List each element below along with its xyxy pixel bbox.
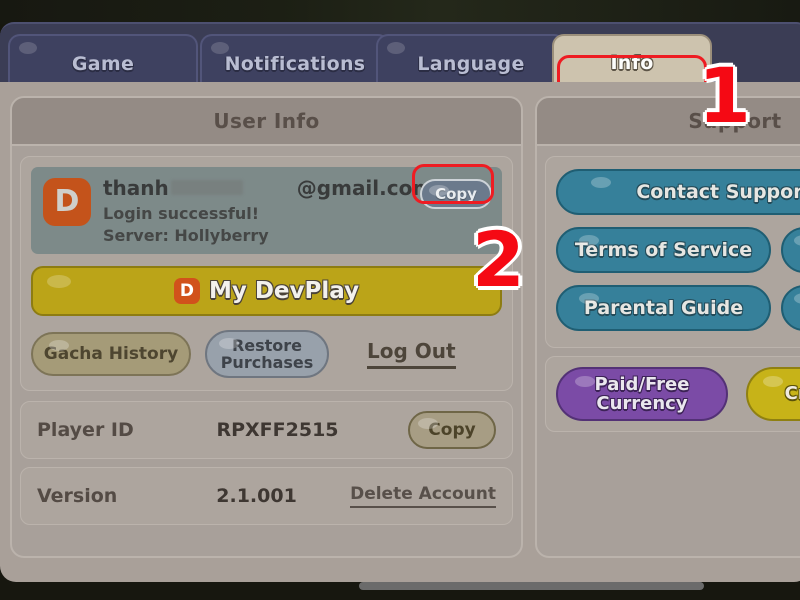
contact-support-button[interactable]: Contact Support (556, 169, 800, 215)
terms-of-service-label: Terms of Service (574, 238, 753, 261)
button-gloss-highlight (793, 234, 800, 246)
gacha-history-button[interactable]: Gacha History (31, 332, 191, 376)
game-background-strip (0, 0, 800, 24)
home-indicator-bar (359, 582, 704, 590)
terms-of-service-button[interactable]: Terms of Service (556, 227, 771, 273)
tab-gloss-highlight (211, 42, 229, 54)
button-gloss-highlight (762, 376, 783, 387)
account-actions-row: Gacha History Restore Purchases Log Out (31, 330, 502, 378)
paid-free-currency-button[interactable]: Paid/Free Currency (556, 367, 728, 421)
support-extra-button[interactable] (781, 285, 800, 331)
button-gloss-highlight (579, 234, 600, 246)
player-id-row: Player ID RPXFF2515 Copy (20, 401, 513, 459)
button-gloss-highlight (48, 339, 69, 351)
support-card: Support Contact Support Terms of Service (535, 96, 800, 558)
tab-game-label: Game (71, 53, 135, 75)
tab-language-label: Language (417, 53, 525, 75)
user-info-card: User Info D thanh @gmail.com Login succe… (10, 96, 523, 558)
version-row: Version 2.1.001 Delete Account (20, 467, 513, 525)
account-row: D thanh @gmail.com Login successful! Ser… (31, 167, 502, 254)
restore-purchases-line1: Restore (231, 335, 303, 355)
avatar-letter: D (54, 184, 80, 219)
button-gloss-highlight (418, 417, 439, 429)
account-username: thanh (103, 176, 169, 200)
player-id-label: Player ID (37, 419, 134, 441)
delete-account-link[interactable]: Delete Account (350, 484, 496, 508)
tab-gloss-highlight (19, 42, 37, 54)
copy-player-id-button[interactable]: Copy (408, 411, 496, 449)
privacy-button[interactable] (781, 227, 800, 273)
tab-notifications-label: Notifications (224, 53, 366, 75)
button-gloss-highlight (47, 275, 71, 288)
version-label: Version (37, 485, 118, 507)
settings-tab-bar: Game Notifications Language Info (0, 22, 800, 107)
account-email-domain: @gmail.com (296, 176, 434, 200)
tab-gloss-highlight (387, 42, 405, 54)
parental-guide-button[interactable]: Parental Guide (556, 285, 771, 331)
email-redaction-mask (170, 180, 243, 195)
restore-purchases-line2: Purchases (220, 353, 314, 372)
user-info-title: User Info (213, 109, 320, 133)
button-gloss-highlight (428, 184, 449, 196)
contact-support-label: Contact Support (636, 180, 800, 203)
devplay-avatar-icon: D (43, 178, 91, 226)
my-devplay-button[interactable]: D My DevPlay (31, 266, 502, 316)
credits-label: Credits (784, 383, 800, 405)
settings-body-panel: User Info D thanh @gmail.com Login succe… (0, 82, 800, 582)
player-id-value: RPXFF2515 (216, 419, 339, 441)
credits-button[interactable]: Credits (746, 367, 800, 421)
restore-purchases-button[interactable]: Restore Purchases (205, 330, 329, 378)
server-name-text: Server: Hollyberry (103, 226, 269, 245)
version-value: 2.1.001 (216, 485, 297, 507)
account-section: D thanh @gmail.com Login successful! Ser… (20, 156, 513, 391)
support-title-bar: Support (537, 98, 800, 146)
button-gloss-highlight (591, 176, 612, 188)
my-devplay-label: My DevPlay (208, 278, 360, 304)
support-title: Support (688, 109, 782, 133)
devplay-logo-icon: D (173, 278, 200, 304)
copy-email-button[interactable]: Copy (420, 179, 492, 209)
parental-guide-label: Parental Guide (583, 296, 744, 319)
paid-free-line2: Currency (596, 393, 688, 414)
devplay-icon-letter: D (179, 280, 194, 301)
button-gloss-highlight (579, 292, 600, 304)
tab-info-label: Info (610, 52, 654, 74)
paid-free-currency-label: Paid/Free Currency (594, 373, 690, 414)
app-screen: Game Notifications Language Info User In… (0, 0, 800, 600)
button-gloss-highlight (574, 376, 595, 387)
user-info-title-bar: User Info (12, 98, 521, 146)
support-links-section: Contact Support Terms of Service Parenta… (545, 156, 800, 348)
paid-free-line1: Paid/Free (594, 373, 690, 395)
log-out-link[interactable]: Log Out (367, 339, 456, 369)
button-gloss-highlight (793, 292, 800, 304)
currency-section: Paid/Free Currency Credits (545, 356, 800, 432)
